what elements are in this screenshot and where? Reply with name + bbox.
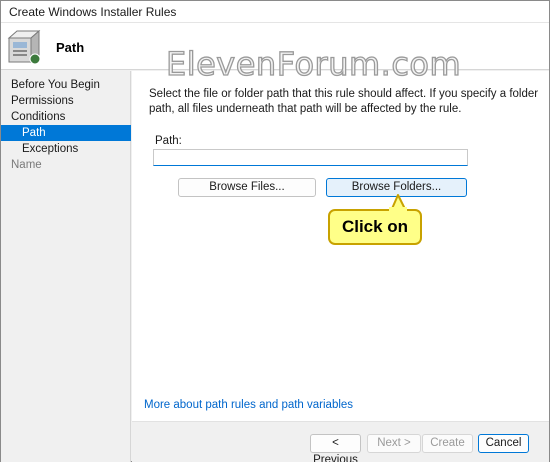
click-on-callout: Click on (328, 209, 422, 245)
cancel-button[interactable]: Cancel (478, 434, 529, 453)
sidebar-item-exceptions[interactable]: Exceptions (1, 141, 131, 157)
dialog-window: Create Windows Installer Rules Path Befo… (0, 0, 550, 462)
main-content: Select the file or folder path that this… (132, 71, 549, 462)
watermark-text: ElevenForum.com (165, 44, 462, 83)
window-title: Create Windows Installer Rules (9, 5, 177, 19)
path-input[interactable] (153, 149, 468, 166)
title-bar: Create Windows Installer Rules (1, 1, 549, 23)
sidebar-item-path[interactable]: Path (1, 125, 131, 141)
sidebar-item-permissions[interactable]: Permissions (1, 93, 131, 109)
path-label: Path: (155, 135, 182, 147)
next-button[interactable]: Next > (367, 434, 421, 453)
sidebar-item-before-you-begin[interactable]: Before You Begin (1, 77, 131, 93)
instructions-text: Select the file or folder path that this… (149, 88, 539, 115)
sidebar-item-name[interactable]: Name (1, 157, 131, 173)
page-title: Path (56, 40, 85, 55)
previous-button[interactable]: < Previous (310, 434, 361, 462)
installer-box-icon (7, 29, 41, 65)
wizard-steps-sidebar: Before You Begin Permissions Conditions … (1, 71, 131, 462)
sidebar-item-conditions[interactable]: Conditions (1, 109, 131, 125)
callout-pointer-join (389, 207, 407, 213)
create-button[interactable]: Create (422, 434, 473, 453)
browse-files-button[interactable]: Browse Files... (178, 178, 316, 197)
path-rules-help-link[interactable]: More about path rules and path variables (144, 399, 353, 411)
wizard-footer: < Previous Next > Create Cancel (132, 422, 549, 462)
